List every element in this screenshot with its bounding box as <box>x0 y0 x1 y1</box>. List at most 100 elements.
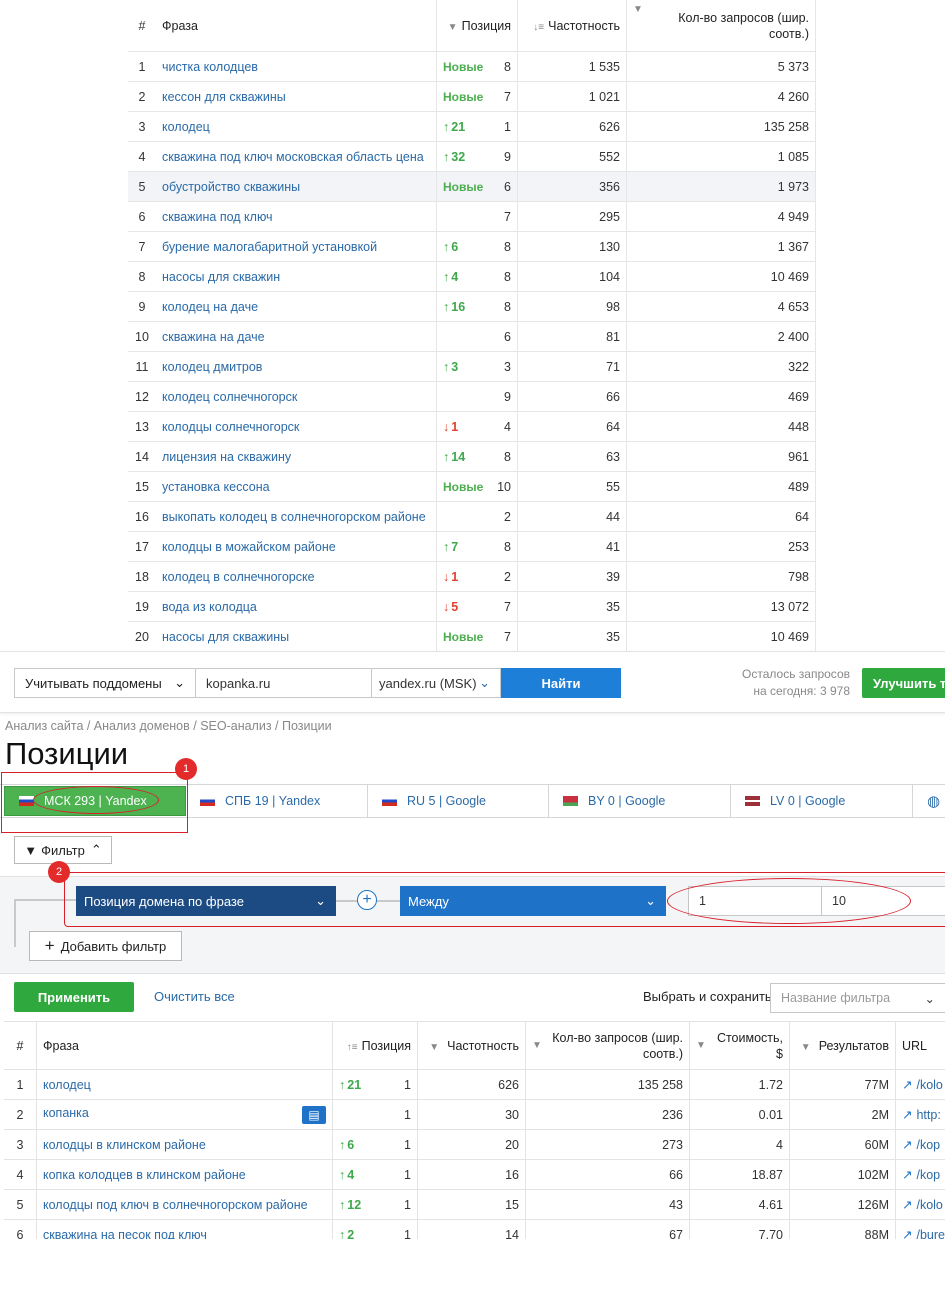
position-change: ↑ 6 <box>443 240 458 254</box>
apply-button[interactable]: Применить <box>14 982 134 1012</box>
position-cell: ↑ 4 8 <box>436 261 518 292</box>
phrase-link[interactable]: обустройство скважины <box>156 171 437 202</box>
col-header-requests[interactable]: ▼ Кол-во запросов (шир. соотв.) <box>626 0 816 52</box>
position-value: 1 <box>404 1107 411 1122</box>
find-button[interactable]: Найти <box>501 668 621 698</box>
tab-lv-google[interactable]: LV 0 | Google <box>731 785 913 817</box>
phrase-link[interactable]: колодцы в клинском районе <box>43 1138 206 1152</box>
arrow-up-icon: ↑ <box>443 119 450 134</box>
table-row: 15 установка кессона Новые 10 55 489 <box>128 471 816 502</box>
phrase-link[interactable]: кессон для скважины <box>156 81 437 112</box>
external-link-icon[interactable]: ↗ <box>902 1168 912 1182</box>
frequency-value: 44 <box>517 501 627 532</box>
col-header-position-label: Позиция <box>361 1038 411 1053</box>
phrase-link[interactable]: колодец <box>43 1078 91 1092</box>
arrow-up-icon: ↑ <box>339 1077 346 1092</box>
frequency-value: 1 535 <box>517 51 627 82</box>
page-title: Позиции <box>5 736 129 771</box>
position-change: ↑ 7 <box>443 540 458 554</box>
url-link[interactable]: /kolo <box>916 1198 942 1212</box>
search-engine-select[interactable]: yandex.ru (MSK) ⌄ <box>371 668 501 698</box>
add-filter-button[interactable]: + Добавить фильтр <box>29 931 182 961</box>
external-link-icon[interactable]: ↗ <box>902 1108 912 1122</box>
frequency-value: 552 <box>517 141 627 172</box>
col-header-url[interactable]: URL <box>895 1021 945 1070</box>
filter-toggle-button[interactable]: ▼ Фильтр ⌃ <box>14 836 112 864</box>
phrase-link[interactable]: копка колодцев в клинском районе <box>43 1168 246 1182</box>
url-link[interactable]: /kolo <box>916 1078 942 1092</box>
frequency-value: 20 <box>417 1129 526 1160</box>
results-value: 60M <box>789 1129 896 1160</box>
position-cell: ↑ 3 3 <box>436 351 518 382</box>
frequency-value: 63 <box>517 441 627 472</box>
position-cell: Новые 6 <box>436 171 518 202</box>
breadcrumb[interactable]: Анализ сайта / Анализ доменов / SEO-анал… <box>5 719 332 733</box>
phrase-link[interactable]: копанка <box>43 1106 89 1120</box>
phrase-link[interactable]: колодцы солнечногорск <box>156 411 437 442</box>
url-link[interactable]: /kop <box>916 1168 940 1182</box>
phrase-link[interactable]: колодец в солнечногорске <box>156 561 437 592</box>
frequency-value: 39 <box>517 561 627 592</box>
results-value: 126M <box>789 1189 896 1220</box>
col-header-phrase[interactable]: Фраза <box>156 0 437 52</box>
requests-value: 469 <box>626 381 816 412</box>
tab-ru-google[interactable]: RU 5 | Google <box>368 785 549 817</box>
requests-value: 448 <box>626 411 816 442</box>
save-filter-label: Выбрать и сохранить <box>643 989 772 1004</box>
col-header-frequency[interactable]: ↓≡ Частотность <box>517 0 627 52</box>
col-header-position[interactable]: ▼ Позиция <box>436 0 518 52</box>
col-header-requests[interactable]: ▼ Кол-во запросов (шир. соотв.) <box>525 1021 690 1070</box>
col-header-cost[interactable]: ▼ Стоимость, $ <box>689 1021 790 1070</box>
phrase-link[interactable]: лицензия на скважину <box>156 441 437 472</box>
position-value: 9 <box>504 389 511 404</box>
position-wrap: ↑ 21 1 <box>339 1078 411 1092</box>
position-wrap: 1 <box>339 1108 411 1122</box>
phrase-link[interactable]: чистка колодцев <box>156 51 437 82</box>
phrase-link[interactable]: колодцы в можайском районе <box>156 531 437 562</box>
phrase-link[interactable]: скважина на даче <box>156 321 437 352</box>
col-header-position[interactable]: ↑≡ Позиция <box>332 1021 418 1070</box>
chevron-down-icon: ⌄ <box>174 675 185 690</box>
phrase-link[interactable]: бурение малогабаритной установкой <box>156 231 437 262</box>
phrase-link[interactable]: скважина под ключ московская область цен… <box>156 141 437 172</box>
position-cell: Новые 8 <box>436 51 518 82</box>
clear-all-link[interactable]: Очистить все <box>154 989 235 1004</box>
map-icon[interactable]: ▤ <box>302 1105 326 1124</box>
filter-name-select[interactable]: Название фильтра ⌄ <box>770 983 945 1013</box>
col-header-results[interactable]: ▼ Результатов <box>789 1021 896 1070</box>
phrase-link[interactable]: выкопать колодец в солнечногорском район… <box>156 501 437 532</box>
position-value: 2 <box>504 509 511 524</box>
tab-by-google[interactable]: BY 0 | Google <box>549 785 731 817</box>
tab-spb-yandex[interactable]: СПБ 19 | Yandex <box>186 785 368 817</box>
url-cell: ↗ /kop <box>895 1129 945 1160</box>
sort-down-icon: ▼ <box>429 1041 440 1053</box>
phrase-link[interactable]: колодец дмитров <box>156 351 437 382</box>
position-wrap: ↑ 21 1 <box>443 120 511 134</box>
phrase-link[interactable]: установка кессона <box>156 471 437 502</box>
phrase-link[interactable]: колодцы под ключ в солнечногорском район… <box>43 1198 308 1212</box>
phrase-link[interactable]: скважина под ключ <box>156 201 437 232</box>
phrase-link[interactable]: насосы для скважин <box>156 261 437 292</box>
annotation-badge-1: 1 <box>175 758 197 780</box>
phrase-link[interactable]: насосы для скважины <box>156 621 437 652</box>
subdomains-select[interactable]: Учитывать поддомены ⌄ <box>14 668 196 698</box>
col-header-frequency[interactable]: ▼ Частотность <box>417 1021 526 1070</box>
phrase-link[interactable]: вода из колодца <box>156 591 437 622</box>
phrase-link[interactable]: колодец на даче <box>156 291 437 322</box>
tab-more[interactable]: ◍ <box>913 785 940 817</box>
url-link[interactable]: http: <box>916 1108 940 1122</box>
domain-input[interactable]: kopanka.ru <box>195 668 372 698</box>
position-change: ↓ 1 <box>443 420 458 434</box>
frequency-value: 81 <box>517 321 627 352</box>
external-link-icon[interactable]: ↗ <box>902 1078 912 1092</box>
phrase-link[interactable]: колодец солнечногорск <box>156 381 437 412</box>
improve-plan-button[interactable]: Улучшить та <box>862 668 945 698</box>
phrase-link[interactable]: колодец <box>156 111 437 142</box>
external-link-icon[interactable]: ↗ <box>902 1198 912 1212</box>
annotation-ellipse-2 <box>667 878 911 924</box>
col-header-phrase[interactable]: Фраза <box>36 1021 333 1070</box>
col-header-cost-label: Стоимость, $ <box>716 1030 783 1061</box>
external-link-icon[interactable]: ↗ <box>902 1138 912 1152</box>
url-link[interactable]: /kop <box>916 1138 940 1152</box>
table-row: 2 кессон для скважины Новые 7 1 021 4 260 <box>128 81 816 112</box>
